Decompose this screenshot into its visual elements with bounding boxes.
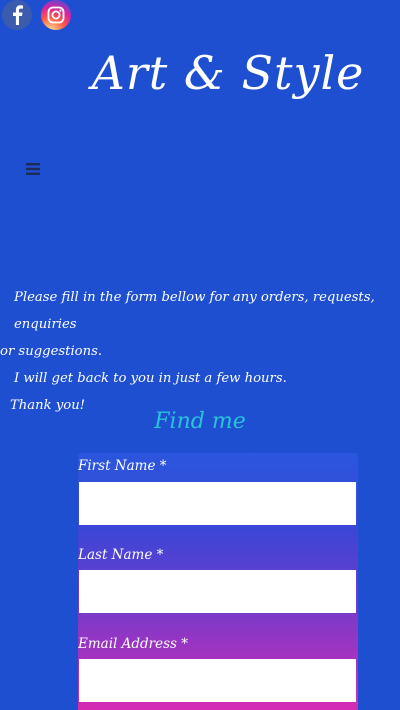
email-label: Email Address * — [78, 636, 189, 652]
instagram-link[interactable] — [41, 0, 71, 30]
last-name-input[interactable] — [79, 570, 356, 613]
intro-line-3: I will get back to you in just a few hou… — [14, 371, 287, 386]
social-bar — [0, 0, 400, 32]
last-name-label: Last Name * — [78, 547, 164, 563]
facebook-link[interactable] — [2, 0, 32, 30]
facebook-icon — [13, 5, 23, 25]
email-input[interactable] — [79, 659, 356, 702]
intro-line-1: Please fill in the form bellow for any o… — [14, 290, 375, 332]
first-name-input[interactable] — [79, 482, 356, 525]
page: Art & Style Please fill in the form bell… — [0, 0, 400, 710]
instagram-icon — [47, 6, 65, 24]
menu-button[interactable] — [24, 160, 44, 178]
form-title: Find me — [154, 409, 246, 434]
first-name-label: First Name * — [78, 458, 167, 474]
contact-form: First Name * Last Name * Email Address * — [78, 453, 358, 710]
intro-line-2: or suggestions. — [0, 344, 103, 359]
intro-text: Please fill in the form bellow for any o… — [0, 284, 400, 419]
site-title[interactable]: Art & Style — [0, 46, 400, 100]
hamburger-menu-icon — [26, 163, 40, 175]
